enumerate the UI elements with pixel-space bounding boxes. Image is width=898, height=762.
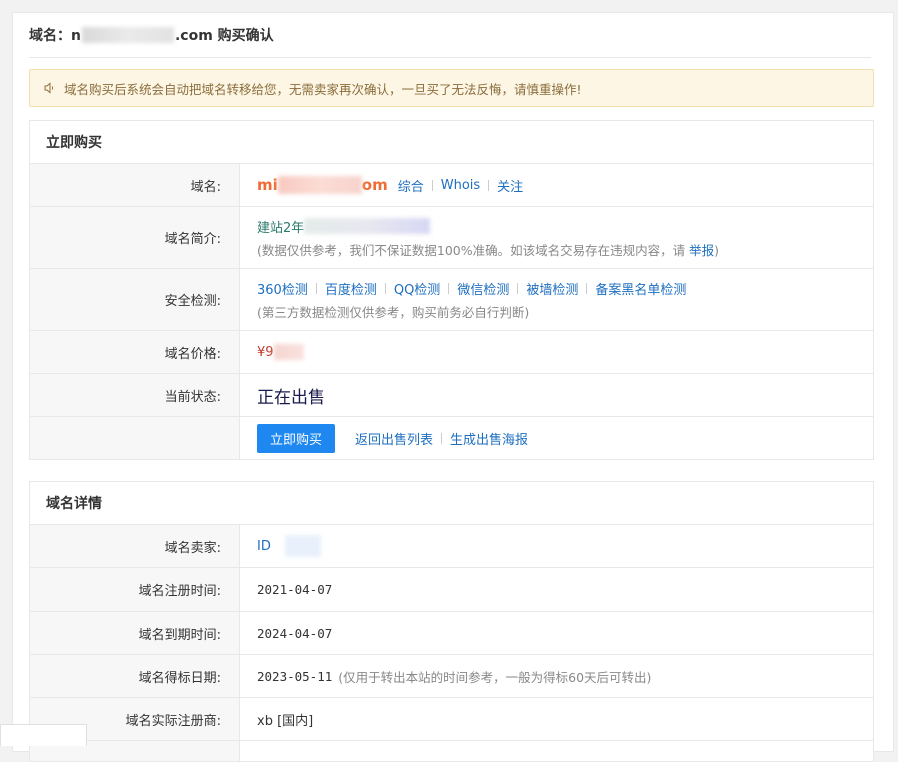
detail-section: 域名详情 域名卖家: ID 域名注册时间: 2021-04-07 域名到期时间:… xyxy=(29,481,874,762)
action-row: 立即购买 返回出售列表 生成出售海报 xyxy=(30,417,873,459)
check-360-link[interactable]: 360检测 xyxy=(257,279,308,298)
exp-label: 域名到期时间: xyxy=(30,612,240,654)
price-row: 域名价格: ¥9 xyxy=(30,331,873,374)
status-row: 当前状态: 正在出售 xyxy=(30,374,873,417)
check-qq-link[interactable]: QQ检测 xyxy=(394,279,440,298)
intro-label: 域名简介: xyxy=(30,207,240,268)
win-note: (仅用于转出本站的时间参考，一般为得标60天后可转出) xyxy=(338,669,652,685)
domain-name-suffix: om xyxy=(361,176,388,194)
redacted-price xyxy=(273,344,304,360)
exp-value: 2024-04-07 xyxy=(257,625,333,641)
speaker-icon xyxy=(44,81,58,95)
partial-row xyxy=(30,741,873,761)
buy-now-button[interactable]: 立即购买 xyxy=(257,423,336,453)
registrar-value: xb [国内] xyxy=(257,713,314,729)
intro-text: 建站2年 xyxy=(257,220,305,236)
corner-tab[interactable] xyxy=(0,724,87,746)
check-blocked-link[interactable]: 被墙检测 xyxy=(526,279,578,298)
buy-section-title: 立即购买 xyxy=(30,121,873,164)
page-title-suffix: .com 购买确认 xyxy=(174,28,274,44)
redacted-seller xyxy=(284,535,321,557)
win-label: 域名得标日期: xyxy=(30,655,240,697)
report-link[interactable]: 举报 xyxy=(689,243,714,258)
domain-label: 域名: xyxy=(30,164,240,206)
page-title-prefix: 域名：n xyxy=(29,28,81,44)
registrar-row: 域名实际注册商: xb [国内] xyxy=(30,698,873,741)
status-label: 当前状态: xyxy=(30,374,240,416)
win-value: 2023-05-11 xyxy=(257,668,333,684)
detail-section-title: 域名详情 xyxy=(30,482,873,525)
intro-row: 域名简介: 建站2年 (数据仅供参考，我们不保证数据100%准确。如该域名交易存… xyxy=(30,207,873,269)
check-wechat-link[interactable]: 微信检测 xyxy=(457,279,509,298)
whois-link[interactable]: Whois xyxy=(441,178,480,193)
security-row: 安全检测: 360检测 百度检测 QQ检测 微信检测 被墙检测 备案黑名单检测 … xyxy=(30,269,873,331)
exp-row: 域名到期时间: 2024-04-07 xyxy=(30,612,873,655)
reg-label: 域名注册时间: xyxy=(30,568,240,611)
redacted-domain xyxy=(81,27,174,43)
redacted-intro xyxy=(304,218,431,234)
status-value: 正在出售 xyxy=(257,387,325,408)
domain-row: 域名: mi om 综合 Whois 关注 xyxy=(30,164,873,207)
domain-overview-link[interactable]: 综合 xyxy=(398,176,424,195)
security-label: 安全检测: xyxy=(30,269,240,330)
win-row: 域名得标日期: 2023-05-11 (仅用于转出本站的时间参考，一般为得标60… xyxy=(30,655,873,698)
domain-name-prefix: mi xyxy=(257,176,278,194)
reg-row: 域名注册时间: 2021-04-07 xyxy=(30,568,873,612)
back-to-list-link[interactable]: 返回出售列表 xyxy=(355,429,433,448)
follow-link[interactable]: 关注 xyxy=(497,176,523,195)
seller-id-link[interactable]: ID xyxy=(257,539,271,554)
check-baidu-link[interactable]: 百度检测 xyxy=(325,279,377,298)
price-label: 域名价格: xyxy=(30,331,240,373)
buy-section: 立即购买 域名: mi om 综合 Whois 关注 域名简介: 建站2年 (数… xyxy=(29,120,874,460)
main-card: 域名：n .com 购买确认 域名购买后系统会自动把域名转移给您，无需卖家再次确… xyxy=(12,12,894,762)
reg-value: 2021-04-07 xyxy=(257,582,333,597)
price-value: ¥9 xyxy=(257,344,274,360)
page-title: 域名：n .com 购买确认 xyxy=(29,13,871,58)
check-blacklist-link[interactable]: 备案黑名单检测 xyxy=(595,279,686,298)
notice-text: 域名购买后系统会自动把域名转移给您，无需卖家再次确认，一旦买了无法反悔，请慎重操… xyxy=(64,81,582,97)
security-note: (第三方数据检测仅供参考，购买前务必自行判断) xyxy=(257,304,530,320)
notice-banner: 域名购买后系统会自动把域名转移给您，无需卖家再次确认，一旦买了无法反悔，请慎重操… xyxy=(29,69,874,107)
redacted-domain-name xyxy=(277,176,362,194)
seller-row: 域名卖家: ID xyxy=(30,525,873,568)
generate-poster-link[interactable]: 生成出售海报 xyxy=(450,429,528,448)
seller-label: 域名卖家: xyxy=(30,525,240,567)
intro-note: (数据仅供参考，我们不保证数据100%准确。如该域名交易存在违规内容，请 xyxy=(257,242,690,258)
